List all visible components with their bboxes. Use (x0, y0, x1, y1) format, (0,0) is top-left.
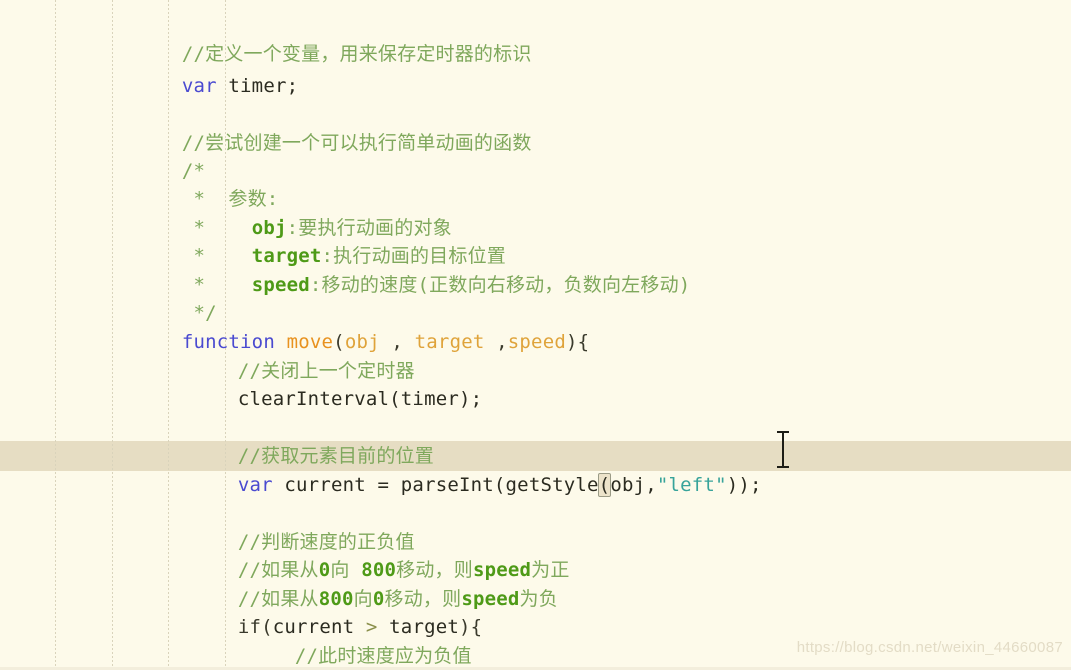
arg-target: target (414, 331, 485, 354)
code-line-12[interactable]: //关闭上一个定时器 (168, 329, 415, 382)
code-line-21[interactable]: if(current > target){ (168, 585, 482, 638)
code-line-20[interactable]: //如果从800向0移动，则speed为负 (168, 557, 558, 610)
statement-clearinterval: clearInterval(timer); (237, 388, 483, 411)
code-line-10[interactable]: */ (112, 271, 217, 324)
code-line-22[interactable]: //此时速度应为负值 (225, 614, 472, 667)
code-line-18[interactable]: //判断速度的正负值 (168, 500, 415, 553)
param-name-speed: speed (251, 274, 310, 297)
code-line-5[interactable]: /* (112, 129, 205, 182)
paren-close-brace: ){ (565, 331, 590, 354)
code-line-23[interactable]: speed = -speed; (225, 642, 469, 670)
code-line-13[interactable]: clearInterval(timer); (168, 357, 482, 410)
expression-parseint: current = parseInt(getStyle (272, 474, 599, 497)
keyword-var: var (181, 75, 217, 98)
code-line-8[interactable]: * target:执行动画的目标位置 (112, 214, 506, 267)
comment-text: 为负 (519, 588, 558, 611)
string-left: "left" (656, 474, 727, 497)
code-editor[interactable]: //定义一个变量，用来保存定时器的标识 var timer; //尝试创建一个可… (0, 0, 1071, 670)
comment-text: //尝试创建一个可以执行简单动画的函数 (181, 132, 532, 155)
code-line-7[interactable]: * obj:要执行动画的对象 (112, 186, 452, 239)
watermark-url: https://blog.csdn.net/weixin_44660087 (796, 639, 1063, 656)
code-line-11[interactable]: function move(obj , target ,speed){ (112, 300, 589, 353)
code-line-2[interactable]: var timer; (112, 44, 298, 97)
code-line-16[interactable]: var current = parseInt(getStyle(obj,"lef… (168, 443, 762, 498)
comment-text: :移动的速度(正数向右移动，负数向左移动) (309, 274, 691, 297)
code-line-9[interactable]: * speed:移动的速度(正数向右移动，负数向左移动) (112, 243, 690, 296)
code-line-6[interactable]: * 参数: (112, 157, 278, 210)
keyword-var: var (237, 474, 273, 497)
comma: , (484, 331, 508, 354)
code-line-15[interactable]: //获取元素目前的位置 (168, 414, 434, 467)
bracket-match-highlight: ( (597, 473, 612, 498)
statement-tail: )); (726, 474, 762, 497)
code-line-19[interactable]: //如果从0向 800移动，则speed为正 (168, 528, 570, 581)
code-line-4[interactable]: //尝试创建一个可以执行简单动画的函数 (112, 101, 532, 154)
identifier-timer: timer; (216, 75, 299, 98)
arg-obj: obj, (610, 474, 657, 497)
code-lines[interactable]: //定义一个变量，用来保存定时器的标识 var timer; //尝试创建一个可… (0, 0, 1071, 670)
arg-speed: speed (507, 331, 566, 354)
code-line-1[interactable]: //定义一个变量，用来保存定时器的标识 (112, 12, 532, 65)
